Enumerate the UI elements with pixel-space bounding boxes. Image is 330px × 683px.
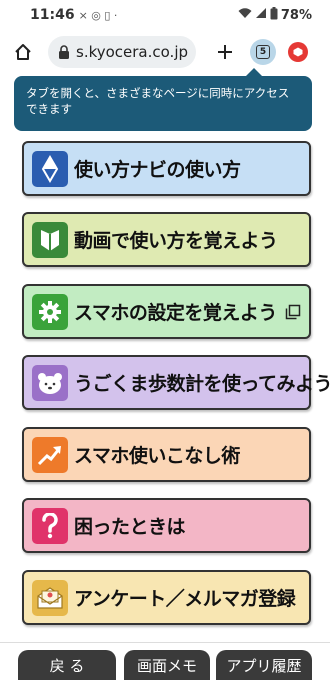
mail-icon <box>32 579 68 616</box>
menu-guide-button[interactable]: 使い方ナビの使い方 <box>22 141 311 196</box>
bottom-nav: 戻 る 画面メモ アプリ履歴 <box>0 642 330 683</box>
screen-memo-button[interactable]: 画面メモ <box>124 650 210 680</box>
browser-toolbar: s.kyocera.co.jp 5 <box>0 32 330 72</box>
status-left: 11:46 × ◎ ▯ · <box>30 7 117 23</box>
tooltip-text: タブを開くと、さまざまなページに同時にアクセスできます <box>26 86 290 117</box>
new-tab-button[interactable] <box>212 38 238 66</box>
menu-label: 動画で使い方を覚えよう <box>74 230 278 252</box>
app-history-button[interactable]: アプリ履歴 <box>216 650 312 680</box>
url-text: s.kyocera.co.jp <box>76 43 189 61</box>
menu-label: スマホ使いこなし術 <box>74 445 240 467</box>
question-icon <box>32 507 68 544</box>
tabs-tooltip[interactable]: タブを開くと、さまざまなページに同時にアクセスできます <box>14 68 312 131</box>
home-icon[interactable] <box>10 39 36 65</box>
signal-icon <box>255 7 267 23</box>
url-field[interactable]: s.kyocera.co.jp <box>48 36 196 68</box>
menu-label: 困ったときは <box>74 516 186 538</box>
battery-percent: 78% <box>280 7 312 23</box>
menu-help-button[interactable]: 困ったときは <box>22 498 311 553</box>
bear-icon <box>32 364 68 401</box>
menu-survey-button[interactable]: アンケート／メルマガ登録 <box>22 570 311 625</box>
tab-switcher-button[interactable]: 5 <box>250 39 276 65</box>
menu-badge-icon[interactable] <box>288 42 308 62</box>
menu-label: うごくま歩数計を使ってみよう <box>74 373 330 395</box>
menu-pedometer-button[interactable]: うごくま歩数計を使ってみよう <box>22 355 330 410</box>
menu-video-button[interactable]: 動画で使い方を覚えよう <box>22 212 311 267</box>
menu-settings-button[interactable]: スマホの設定を覚えよう <box>22 284 311 339</box>
trend-up-icon <box>32 436 68 473</box>
gear-icon <box>32 293 68 330</box>
shield-leaf-icon <box>32 221 68 258</box>
notification-icons: × ◎ ▯ · <box>78 8 118 22</box>
lock-icon <box>58 44 70 60</box>
tooltip-arrow <box>246 68 262 76</box>
battery-icon <box>270 6 278 24</box>
tab-count: 5 <box>256 45 270 59</box>
status-bar: 11:46 × ◎ ▯ · 78% <box>0 0 330 30</box>
compass-icon <box>32 150 68 187</box>
menu-label: 使い方ナビの使い方 <box>74 159 241 181</box>
menu-label: アンケート／メルマガ登録 <box>74 588 296 610</box>
status-time: 11:46 <box>30 7 75 23</box>
back-button[interactable]: 戻 る <box>18 650 116 680</box>
external-window-icon <box>285 304 301 320</box>
wifi-icon <box>238 7 252 23</box>
status-right: 78% <box>238 6 312 24</box>
menu-tips-button[interactable]: スマホ使いこなし術 <box>22 427 311 482</box>
menu-label: スマホの設定を覚えよう <box>74 302 277 324</box>
